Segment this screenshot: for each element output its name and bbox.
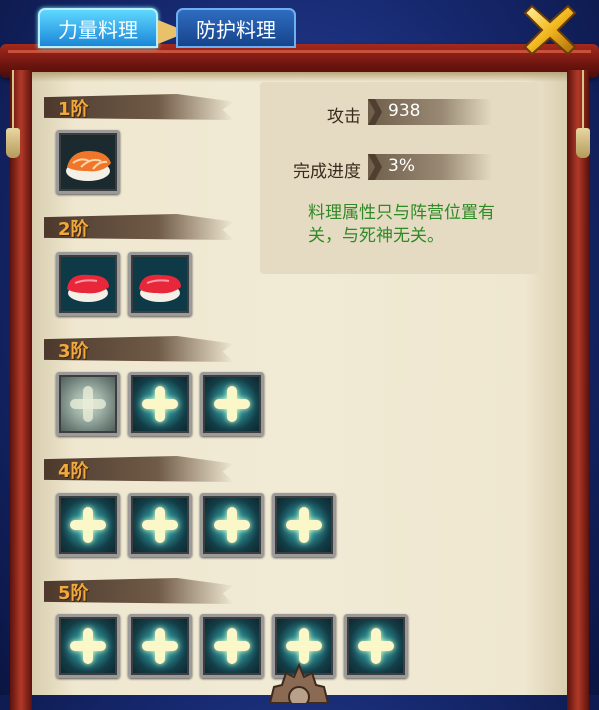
plus-icon	[212, 505, 252, 545]
tier-4-label: 4阶	[58, 461, 89, 482]
tier-5-label: 5阶	[58, 583, 89, 604]
plus-icon	[68, 626, 108, 666]
progress-value: 3%	[388, 156, 415, 176]
tier-4-header: 4阶	[44, 456, 234, 482]
plus-icon	[140, 626, 180, 666]
attack-value: 938	[388, 101, 421, 121]
slot-add[interactable]	[128, 493, 192, 557]
tuna-sushi-icon	[139, 274, 181, 302]
plus-icon	[212, 384, 252, 424]
cuisine-note: 料理属性只与阵营位置有关，与死神无关。	[308, 203, 495, 246]
scroll-left-pole	[10, 70, 32, 710]
plus-icon	[356, 626, 396, 666]
plus-icon	[284, 505, 324, 545]
slot-add[interactable]	[200, 372, 264, 436]
attack-bar: 938	[368, 99, 492, 125]
slot-add[interactable]	[200, 614, 264, 678]
tier-3-label: 3阶	[58, 341, 89, 362]
slot-add-selected[interactable]	[56, 372, 120, 436]
plus-icon	[68, 505, 108, 545]
slot-add[interactable]	[272, 493, 336, 557]
plus-icon	[140, 505, 180, 545]
tier-1-header: 1阶	[44, 94, 234, 120]
tab-connector-icon	[158, 20, 176, 44]
tab-strength-cuisine[interactable]: 力量料理	[38, 8, 158, 48]
slot-add[interactable]	[56, 493, 120, 557]
spiked-ornament-icon	[268, 663, 330, 703]
slot-tuna-sushi-1[interactable]	[56, 252, 120, 316]
tab-defense-cuisine[interactable]: 防护料理	[176, 8, 296, 48]
plus-icon	[284, 626, 324, 666]
tier-1-label: 1阶	[58, 99, 89, 120]
close-icon[interactable]	[522, 2, 578, 58]
slot-add[interactable]	[128, 614, 192, 678]
progress-bar: 3%	[368, 154, 492, 180]
chevron-right-icon	[368, 154, 382, 180]
salmon-sushi-icon	[66, 151, 111, 181]
right-tassel-icon	[576, 70, 590, 160]
tier-2-label: 2阶	[58, 219, 89, 240]
tier-5-header: 5阶	[44, 578, 234, 604]
slot-add[interactable]	[56, 614, 120, 678]
progress-label: 完成进度	[293, 162, 361, 182]
chevron-right-icon	[368, 99, 382, 125]
stats-panel: 攻击 938 完成进度 3% 料理属性只与阵营位置有关，与死神无关。	[260, 82, 539, 274]
slot-tuna-sushi-2[interactable]	[128, 252, 192, 316]
plus-icon	[68, 384, 108, 424]
slot-add[interactable]	[200, 493, 264, 557]
attack-label: 攻击	[327, 107, 361, 127]
parchment-shadow	[32, 72, 567, 82]
tuna-sushi-icon	[67, 274, 109, 302]
tier-2-header: 2阶	[44, 214, 234, 240]
slot-salmon-sushi[interactable]	[56, 130, 120, 194]
scroll-right-pole	[567, 70, 589, 710]
plus-icon	[140, 384, 180, 424]
left-tassel-icon	[6, 70, 20, 160]
tier-3-header: 3阶	[44, 336, 234, 362]
slot-add[interactable]	[128, 372, 192, 436]
plus-icon	[212, 626, 252, 666]
slot-add[interactable]	[344, 614, 408, 678]
